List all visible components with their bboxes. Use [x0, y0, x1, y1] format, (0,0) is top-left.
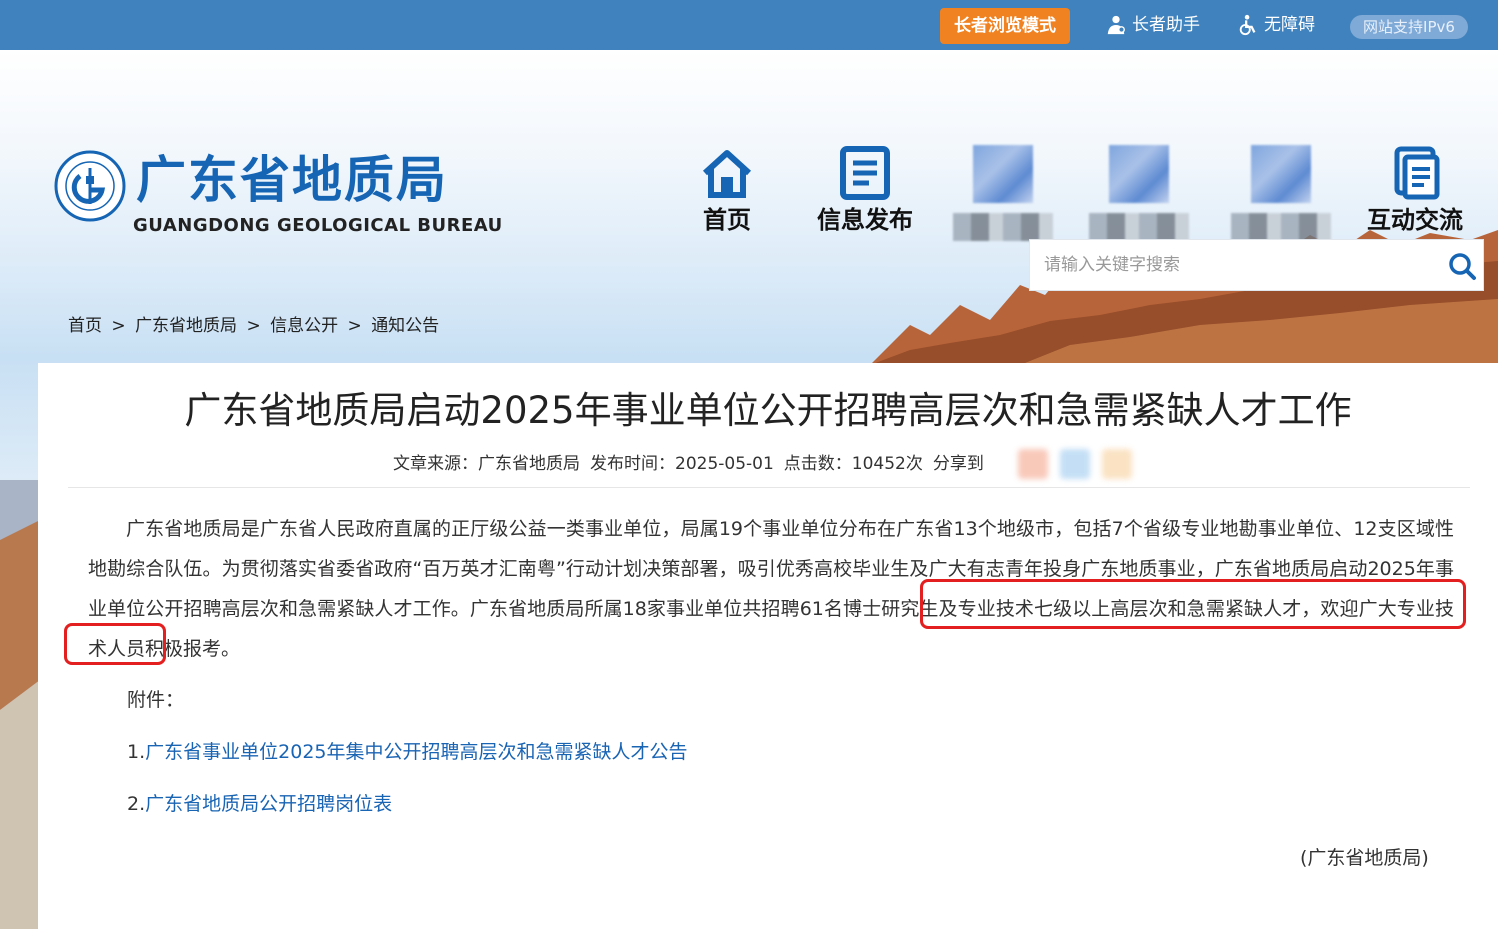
elder-helper-link[interactable]: 长者助手 [1105, 12, 1200, 38]
article-title: 广东省地质局启动2025年事业单位公开招聘高层次和急需紧缺人才工作 [184, 389, 1352, 432]
breadcrumb-bureau[interactable]: 广东省地质局 [135, 316, 237, 336]
highlight-box [920, 579, 1466, 629]
nav-item-blurred-1[interactable] [938, 145, 1068, 241]
share-qzone-icon[interactable] [1102, 449, 1132, 479]
nav-info-publish[interactable]: 信息发布 [800, 145, 930, 235]
article-meta: 文章来源：广东省地质局 发布时间：2025-05-01 点击数：10452次 分… [393, 451, 984, 477]
search-input[interactable] [1030, 240, 1430, 290]
attachment-link-1[interactable]: 广东省事业单位2025年集中公开招聘高层次和急需紧缺人才公告 [145, 741, 687, 763]
attachment-number: 1. [127, 741, 146, 763]
attachment-item-1: 1.广东省事业单位2025年集中公开招聘高层次和急需紧缺人才公告 [127, 737, 688, 767]
top-utility-bar: 长者浏览模式 长者助手 无障碍 网站支持IPv6 [0, 0, 1498, 50]
share-weibo-icon[interactable] [1018, 449, 1048, 479]
breadcrumb-separator: > [111, 316, 126, 336]
blurred-label [1231, 213, 1331, 241]
attachment-link-2[interactable]: 广东省地质局公开招聘岗位表 [145, 793, 392, 815]
divider [68, 487, 1470, 488]
elder-helper-label: 长者助手 [1132, 15, 1200, 35]
elder-helper-icon [1107, 15, 1125, 35]
accessibility-label: 无障碍 [1264, 15, 1315, 35]
blurred-icon [1251, 145, 1311, 203]
attachments-label: 附件： [127, 689, 185, 711]
breadcrumb: 首页 > 广东省地质局 > 信息公开 > 通知公告 [68, 314, 443, 338]
copy-icon [1394, 146, 1440, 200]
ipv6-badge: 网站支持IPv6 [1350, 15, 1468, 39]
breadcrumb-separator: > [246, 316, 261, 336]
search-icon[interactable] [1447, 251, 1477, 281]
nav-interaction-label: 互动交流 [1367, 206, 1463, 234]
breadcrumb-info-public[interactable]: 信息公开 [270, 316, 338, 336]
blurred-icon [973, 145, 1033, 203]
elder-mode-button[interactable]: 长者浏览模式 [940, 8, 1070, 44]
landscape-cliff-left-image [0, 480, 40, 929]
nav-home[interactable]: 首页 [662, 145, 792, 235]
accessibility-link[interactable]: 无障碍 [1237, 12, 1315, 38]
article-end-source: (广东省地质局) [1300, 847, 1429, 869]
document-icon [840, 146, 890, 200]
breadcrumb-notice[interactable]: 通知公告 [371, 316, 439, 336]
share-icons [1018, 449, 1132, 479]
nav-item-blurred-2[interactable] [1074, 145, 1204, 241]
wheelchair-icon [1239, 14, 1256, 36]
nav-info-publish-label: 信息发布 [817, 206, 913, 234]
bureau-emblem-icon [54, 150, 126, 222]
article-clicks: 点击数：10452次 [783, 454, 923, 474]
nav-interaction[interactable]: 互动交流 [1350, 145, 1480, 235]
share-label: 分享到 [932, 454, 984, 474]
article-container: 广东省地质局启动2025年事业单位公开招聘高层次和急需紧缺人才工作 文章来源：广… [38, 363, 1498, 929]
article-date: 发布时间：2025-05-01 [590, 454, 774, 474]
attachment-number: 2. [127, 793, 146, 815]
breadcrumb-home[interactable]: 首页 [68, 316, 102, 336]
highlight-box [64, 623, 166, 665]
logo-chinese-name[interactable]: 广东省地质局 [136, 150, 448, 210]
article-source: 文章来源：广东省地质局 [393, 454, 580, 474]
blurred-icon [1109, 145, 1169, 203]
logo-english-name: GUANGDONG GEOLOGICAL BUREAU [133, 215, 503, 236]
attachment-item-2: 2.广东省地质局公开招聘岗位表 [127, 789, 392, 819]
share-qq-icon[interactable] [1060, 449, 1090, 479]
nav-item-blurred-3[interactable] [1216, 145, 1346, 241]
breadcrumb-separator: > [347, 316, 362, 336]
home-icon [702, 150, 752, 198]
blurred-label [953, 213, 1053, 241]
nav-home-label: 首页 [703, 206, 751, 234]
search-bar [1029, 239, 1484, 291]
blurred-label [1089, 213, 1189, 241]
